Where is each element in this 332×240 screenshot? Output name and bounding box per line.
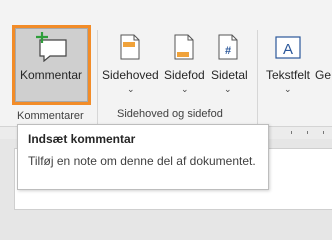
group-separator xyxy=(257,30,258,125)
new-comment-label: Kommentar xyxy=(20,68,83,82)
footer-icon xyxy=(174,34,194,60)
header-icon xyxy=(120,34,140,60)
header-button[interactable]: Sidehoved ⌄ xyxy=(102,30,160,98)
ruler-tick xyxy=(291,131,292,134)
comments-group-label: Kommentarer xyxy=(17,110,84,122)
tooltip-title: Indsæt kommentar xyxy=(28,132,136,146)
quick-parts-label: Ge xyxy=(315,68,332,82)
footer-button[interactable]: Sidefod ⌄ xyxy=(162,30,206,98)
quick-parts-button[interactable]: Ge xyxy=(313,30,332,98)
ruler-tick xyxy=(307,131,308,134)
page-number-label: Sidetal xyxy=(211,68,248,82)
footer-label: Sidefod xyxy=(164,68,205,82)
header-label: Sidehoved xyxy=(102,68,159,82)
new-comment-icon xyxy=(36,32,67,62)
text-box-button[interactable]: A Tekstfelt ⌄ xyxy=(263,30,313,98)
header-footer-group-label: Sidehoved og sidefod xyxy=(117,108,223,120)
chevron-down-icon: ⌄ xyxy=(284,84,292,94)
new-comment-button[interactable]: Kommentar xyxy=(12,25,91,105)
chevron-down-icon: ⌄ xyxy=(181,84,189,94)
ruler-tick xyxy=(323,131,324,134)
text-box-label: Tekstfelt xyxy=(266,68,311,82)
tooltip: Indsæt kommentar Tilføj en note om denne… xyxy=(17,124,269,190)
tooltip-description: Tilføj en note om denne del af dokumente… xyxy=(28,154,256,168)
chevron-down-icon: ⌄ xyxy=(224,84,232,94)
text-box-icon: A xyxy=(275,36,301,59)
page-number-button[interactable]: # Sidetal ⌄ xyxy=(208,30,248,98)
chevron-down-icon: ⌄ xyxy=(127,84,135,94)
page-number-icon: # xyxy=(218,34,238,60)
svg-text:#: # xyxy=(225,45,231,57)
svg-text:A: A xyxy=(283,41,293,58)
group-separator xyxy=(97,30,98,125)
